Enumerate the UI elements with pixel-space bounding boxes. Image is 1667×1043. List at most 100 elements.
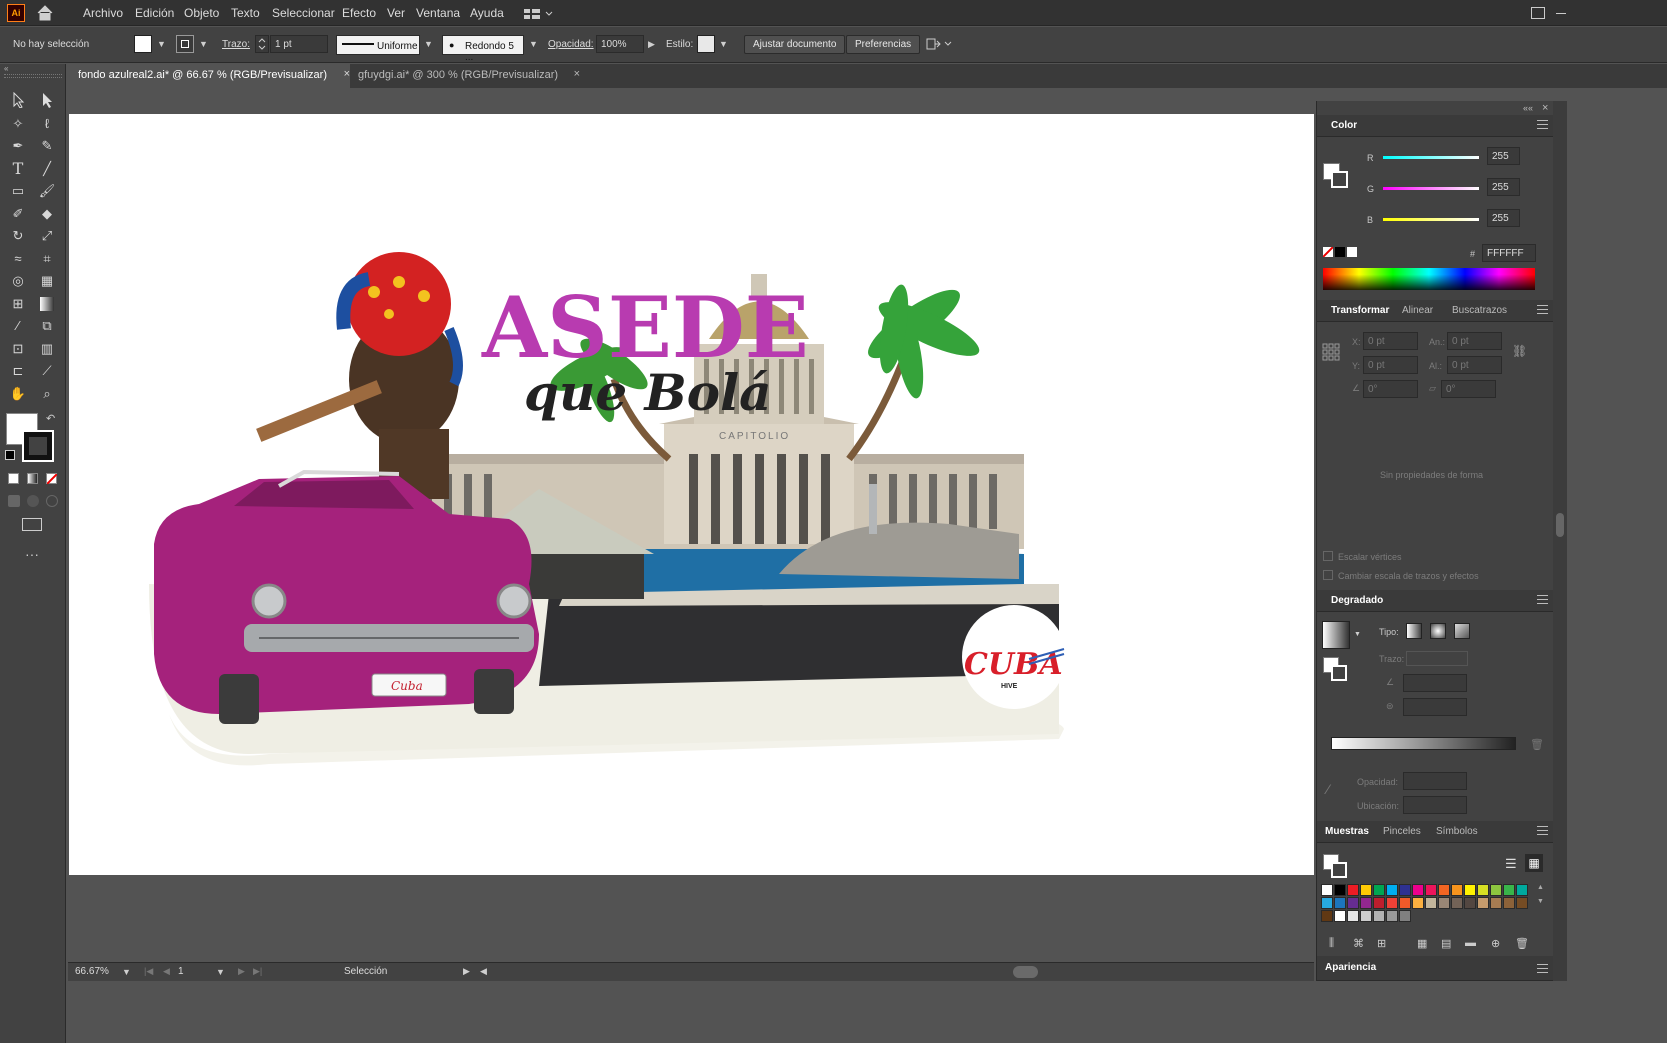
gradient-tool-icon[interactable] (37, 295, 57, 313)
swatch[interactable] (1438, 897, 1450, 909)
panel-scrollbar[interactable] (1553, 101, 1567, 981)
swatches-panel-header[interactable]: Muestras Pinceles Símbolos (1317, 821, 1554, 843)
swatch[interactable] (1334, 910, 1346, 922)
none-mode-icon[interactable] (46, 473, 57, 484)
radial-gradient-button[interactable] (1430, 623, 1446, 639)
last-artboard-icon[interactable]: ▶| (253, 966, 262, 977)
pen-tool-icon[interactable]: ✒ (8, 137, 28, 155)
swatch[interactable] (1399, 897, 1411, 909)
line-tool-icon[interactable]: ╱ (37, 160, 57, 178)
opacity-label[interactable]: Opacidad: (548, 39, 594, 50)
stroke-weight-input[interactable]: 1 pt (270, 35, 328, 53)
b-input[interactable]: 255 (1487, 209, 1520, 227)
angle-input[interactable]: 0° (1363, 380, 1418, 398)
swatch[interactable] (1516, 884, 1528, 896)
swatch[interactable] (1503, 884, 1515, 896)
tab-symbols[interactable]: Símbolos (1436, 826, 1478, 837)
swatch[interactable] (1451, 884, 1463, 896)
default-fill-stroke-icon[interactable] (5, 450, 15, 460)
profile-dropdown-icon[interactable]: ▼ (424, 39, 433, 49)
preferences-button[interactable]: Preferencias (846, 35, 921, 54)
lasso-tool-icon[interactable]: ℓ (37, 115, 57, 133)
scale-tool-icon[interactable]: ⤢ (37, 227, 57, 245)
next-artboard-icon[interactable]: ▶ (238, 966, 245, 977)
stroke-weight-stepper[interactable] (255, 35, 269, 53)
swatches-panel-menu-icon[interactable] (1537, 826, 1548, 835)
artboard-tool-icon[interactable]: ⊏ (8, 362, 28, 380)
swatch[interactable] (1399, 910, 1411, 922)
hex-input[interactable]: FFFFFF (1482, 244, 1536, 262)
r-input[interactable]: 255 (1487, 147, 1520, 165)
x-input[interactable]: 0 pt (1363, 332, 1418, 350)
color-panel-menu-icon[interactable] (1537, 120, 1548, 129)
gradient-angle-input[interactable] (1403, 674, 1467, 692)
menu-edicion[interactable]: Edición (135, 6, 174, 20)
variable-width-profile[interactable]: Uniforme (336, 35, 420, 55)
swap-fill-stroke-icon[interactable]: ↶ (46, 412, 55, 425)
opacity-arrow-icon[interactable]: ▶ (648, 39, 655, 50)
swatch[interactable] (1477, 897, 1489, 909)
swatch[interactable] (1399, 884, 1411, 896)
stroke-gradient-options[interactable] (1406, 651, 1468, 666)
y-input[interactable]: 0 pt (1363, 356, 1418, 374)
tab-color[interactable]: Color (1331, 120, 1357, 131)
prev-artboard-icon[interactable]: ◀ (163, 966, 170, 977)
swatch[interactable] (1386, 910, 1398, 922)
fill-dropdown-icon[interactable]: ▼ (157, 39, 166, 49)
g-slider[interactable] (1383, 187, 1479, 190)
minimize-icon[interactable] (1556, 13, 1566, 14)
width-tool-icon[interactable]: ≈ (8, 250, 28, 268)
reference-point-icon[interactable] (1322, 343, 1340, 361)
swatch-grid[interactable] (1321, 884, 1536, 932)
swatch[interactable] (1347, 884, 1359, 896)
tab-gfuydgi[interactable]: gfuydgi.ai* @ 300 % (RGB/Previsualizar) … (348, 64, 580, 88)
home-icon[interactable] (36, 5, 54, 21)
close-icon[interactable]: × (574, 68, 580, 80)
swatch[interactable] (1347, 910, 1359, 922)
new-color-group-icon[interactable]: ▬ (1465, 937, 1476, 949)
appearance-panel-header[interactable]: Apariencia (1317, 956, 1554, 981)
blend-tool-icon[interactable]: ⧉ (37, 317, 57, 335)
swatch-new-group-icon[interactable]: ▤ (1441, 937, 1451, 950)
swatch[interactable] (1490, 897, 1502, 909)
swatch[interactable] (1464, 884, 1476, 896)
swatch[interactable] (1516, 897, 1528, 909)
horizontal-scrollbar-thumb[interactable] (1013, 966, 1038, 978)
rectangle-tool-icon[interactable]: ▭ (8, 182, 28, 200)
menu-archivo[interactable]: Archivo (83, 6, 123, 20)
swatch[interactable] (1373, 897, 1385, 909)
style-dropdown-icon[interactable]: ▼ (719, 39, 728, 49)
swatch[interactable] (1503, 897, 1515, 909)
type-tool-icon[interactable]: T (8, 160, 28, 178)
tab-swatches[interactable]: Muestras (1325, 826, 1369, 837)
w-input[interactable]: 0 pt (1447, 332, 1502, 350)
swatch[interactable] (1438, 884, 1450, 896)
swatch-libraries-icon[interactable]: ⫼ (1329, 937, 1334, 950)
artwork-illustration[interactable]: CAPITOLIO Cuba ASEDE que Bolá CUBA HIVE (69, 114, 1314, 875)
scale-corners-checkbox[interactable] (1323, 551, 1333, 561)
zoom-level[interactable]: 66.67% (75, 966, 109, 977)
swatch[interactable] (1373, 884, 1385, 896)
screen-mode-icon[interactable] (22, 518, 42, 531)
slice-tool-icon[interactable]: ⟋ (37, 362, 57, 380)
color-spectrum[interactable] (1323, 268, 1535, 290)
freeform-gradient-button[interactable] (1454, 623, 1470, 639)
gradient-panel-header[interactable]: Degradado (1317, 590, 1554, 612)
gradient-eyedropper-icon[interactable]: ⁄ (1327, 781, 1329, 797)
gradient-location-input[interactable] (1403, 796, 1467, 814)
draw-normal-icon[interactable] (8, 495, 20, 507)
menu-ver[interactable]: Ver (387, 6, 405, 20)
panel-close-icon[interactable]: × (1542, 102, 1548, 114)
scroll-left-icon[interactable]: ◀ (480, 966, 487, 977)
fill-swatch[interactable] (134, 35, 152, 53)
tab-appearance[interactable]: Apariencia (1325, 962, 1376, 973)
swatch[interactable] (1347, 897, 1359, 909)
panel-collapse-icon[interactable]: «« (1523, 103, 1533, 113)
stroke-swatch[interactable] (176, 35, 194, 53)
draw-inside-icon[interactable] (46, 495, 58, 507)
workspace-switcher-icon[interactable] (524, 7, 554, 19)
panel-scrollbar-thumb[interactable] (1556, 513, 1564, 537)
shear-input[interactable]: 0° (1441, 380, 1496, 398)
menu-efecto[interactable]: Efecto (342, 6, 376, 20)
swatch[interactable] (1464, 897, 1476, 909)
